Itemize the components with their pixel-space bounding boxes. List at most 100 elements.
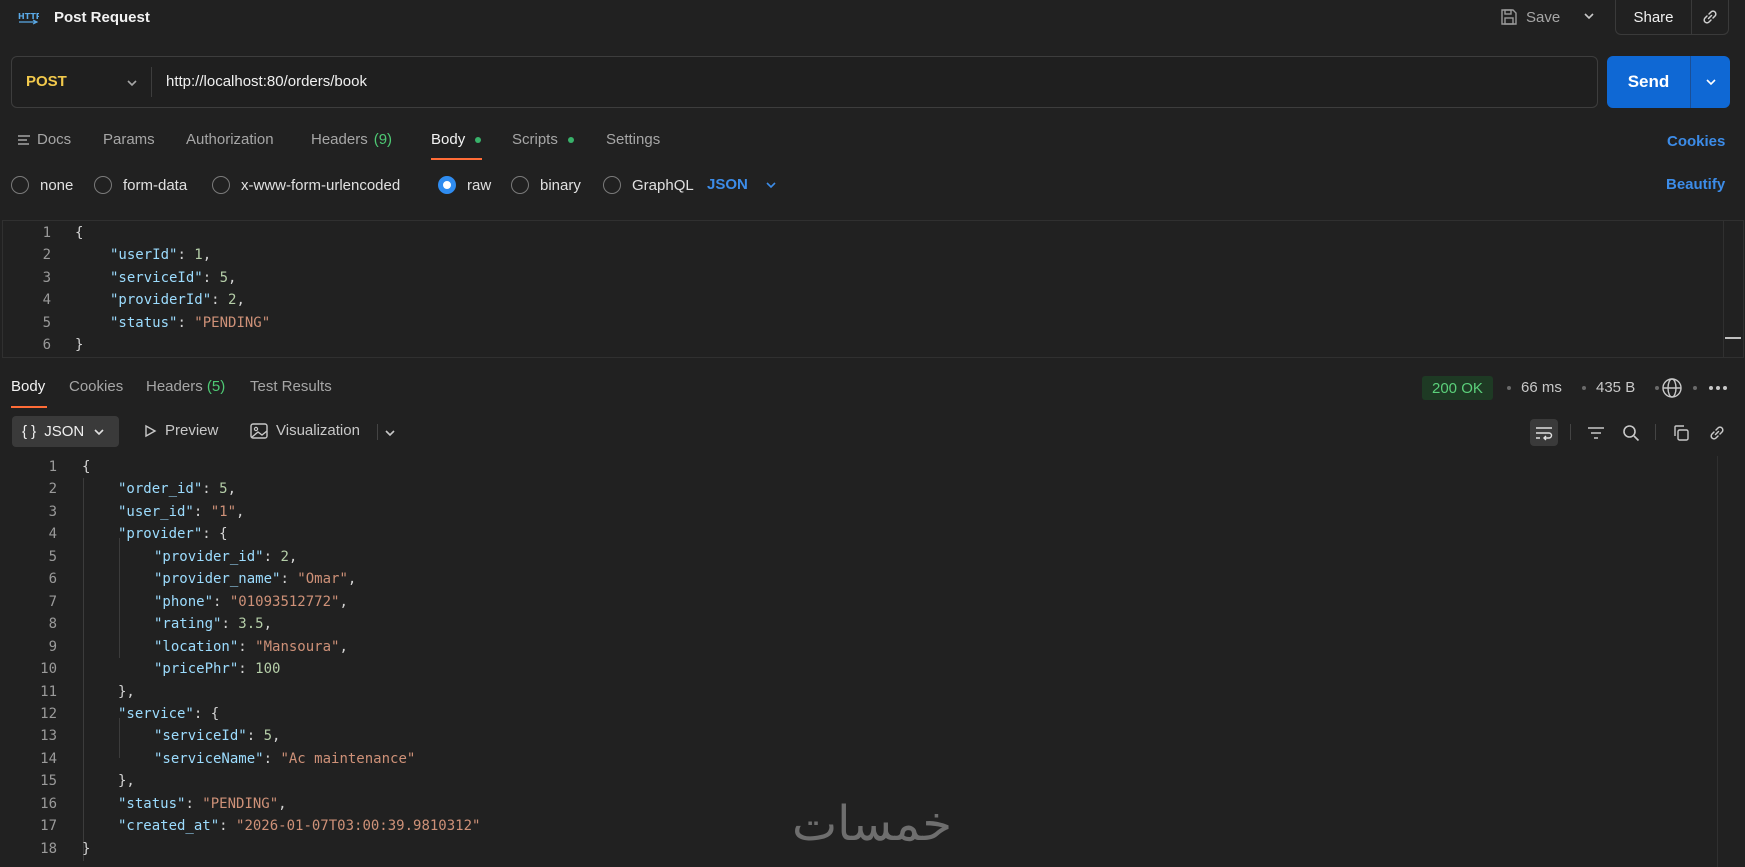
divider — [1570, 424, 1571, 440]
language-label: JSON — [707, 176, 748, 193]
radio-none[interactable]: none — [11, 176, 73, 194]
status-badge[interactable]: 200 OK — [1422, 376, 1493, 400]
scrollbar[interactable] — [1717, 456, 1718, 867]
json-value: "01093512772" — [229, 593, 340, 610]
indent-guide — [83, 478, 84, 861]
json-key: "rating" — [154, 616, 222, 633]
send-button-group: Send — [1607, 56, 1730, 108]
url-input[interactable]: http://localhost:80/orders/book — [166, 73, 367, 90]
filter-button[interactable] — [1582, 419, 1610, 446]
json-value: { — [219, 526, 228, 543]
response-tab-cookies[interactable]: Cookies — [69, 378, 123, 395]
line-number: 7 — [48, 593, 57, 610]
radio-binary[interactable]: binary — [511, 176, 581, 194]
code-line: { — [75, 222, 83, 244]
line-number: 1 — [48, 459, 57, 475]
json-punct: , — [202, 247, 212, 264]
copy-button[interactable] — [1667, 419, 1695, 446]
search-button[interactable] — [1617, 419, 1645, 446]
radio-urlencoded[interactable]: x-www-form-urlencoded — [212, 176, 400, 194]
cookies-link[interactable]: Cookies — [1667, 133, 1725, 150]
code-line: } — [82, 838, 90, 860]
language-select[interactable]: JSON — [707, 176, 778, 193]
json-punct: , — [272, 728, 281, 745]
response-tab-test-results[interactable]: Test Results — [250, 378, 332, 395]
preview-button[interactable]: Preview — [143, 422, 218, 439]
radio-label: x-www-form-urlencoded — [241, 176, 401, 194]
chevron-down-icon — [766, 181, 776, 188]
request-title[interactable]: Post Request — [54, 9, 150, 26]
response-tab-body[interactable]: Body — [11, 378, 45, 395]
tab-scripts[interactable]: Scripts — [512, 131, 574, 148]
wrap-lines-button[interactable] — [1530, 419, 1558, 446]
copy-link-button[interactable] — [1692, 0, 1728, 34]
visualization-button[interactable]: Visualization — [250, 422, 360, 439]
radio-circle — [511, 176, 529, 194]
response-tab-headers[interactable]: Headers (5) — [146, 378, 225, 395]
json-colon: : — [211, 292, 229, 309]
send-button[interactable]: Send — [1607, 56, 1691, 108]
chevron-down-icon[interactable] — [125, 76, 139, 90]
response-time[interactable]: 66 ms — [1521, 379, 1562, 396]
json-punct: , — [236, 503, 245, 520]
json-key: "providerId" — [110, 292, 212, 309]
json-key: "pricePhr" — [154, 661, 239, 678]
tab-headers[interactable]: Headers (9) — [311, 131, 392, 148]
line-number: 3 — [42, 269, 51, 286]
json-colon: : — [221, 616, 239, 633]
json-punct: , — [288, 548, 298, 565]
json-value: "Ac maintenance" — [280, 750, 416, 767]
more-options-icon[interactable] — [1707, 381, 1729, 395]
tab-params[interactable]: Params — [103, 131, 155, 148]
json-colon: : — [193, 705, 211, 722]
chevron-down-icon[interactable] — [1582, 9, 1596, 23]
code-line: { — [82, 456, 90, 478]
http-icon: HTTP — [18, 12, 39, 25]
response-size[interactable]: 435 B — [1596, 379, 1635, 396]
line-number: 4 — [48, 526, 57, 543]
line-number: 15 — [40, 773, 57, 790]
copy-link-button[interactable] — [1703, 419, 1731, 446]
preview-label: Preview — [165, 422, 219, 439]
search-icon — [1623, 424, 1640, 441]
line-number: 14 — [40, 750, 57, 767]
radio-circle — [603, 176, 621, 194]
json-value: "Omar" — [297, 571, 348, 588]
watermark-text: خمسات — [792, 796, 952, 850]
radio-label: none — [40, 176, 74, 194]
globe-icon[interactable] — [1661, 377, 1683, 399]
json-key: "provider_id" — [154, 548, 264, 565]
save-label: Save — [1526, 8, 1561, 26]
radio-circle — [438, 176, 456, 194]
beautify-link[interactable]: Beautify — [1666, 176, 1725, 193]
method-select[interactable]: POST — [26, 73, 67, 90]
radio-raw[interactable]: raw — [438, 176, 491, 194]
tab-authorization[interactable]: Authorization — [186, 131, 274, 148]
json-key: "serviceId" — [154, 728, 247, 745]
line-number: 10 — [40, 661, 57, 678]
tab-settings[interactable]: Settings — [606, 131, 660, 148]
json-key: "order_id" — [118, 481, 203, 498]
code-line: "userId": 1, — [110, 244, 211, 266]
json-value: 3.5 — [238, 616, 264, 633]
copy-icon — [1674, 424, 1689, 441]
radio-label: raw — [467, 176, 492, 194]
chevron-down-icon — [1705, 79, 1716, 86]
radio-form-data[interactable]: form-data — [94, 176, 187, 194]
tab-label: Headers — [311, 131, 368, 148]
send-options-button[interactable] — [1691, 56, 1730, 108]
line-number: 18 — [40, 840, 57, 857]
divider — [1655, 424, 1656, 440]
chevron-down-icon[interactable] — [383, 426, 397, 440]
tab-label: Docs — [37, 131, 72, 148]
save-button[interactable]: Save — [1500, 6, 1560, 28]
response-format-select[interactable]: { } JSON — [12, 416, 119, 447]
code-line: "rating": 3.5, — [154, 613, 272, 635]
tab-body[interactable]: Body — [431, 131, 482, 148]
request-body-editor[interactable]: 1 {2 "userId": 1, 3 "serviceId": 5, 4 "provide… — [2, 220, 1744, 358]
json-key: "status" — [118, 795, 186, 812]
tab-docs[interactable]: Docs — [17, 131, 71, 148]
radio-graphql[interactable]: GraphQL — [603, 176, 694, 194]
save-icon — [1501, 9, 1517, 25]
share-button[interactable]: Share — [1616, 0, 1692, 34]
